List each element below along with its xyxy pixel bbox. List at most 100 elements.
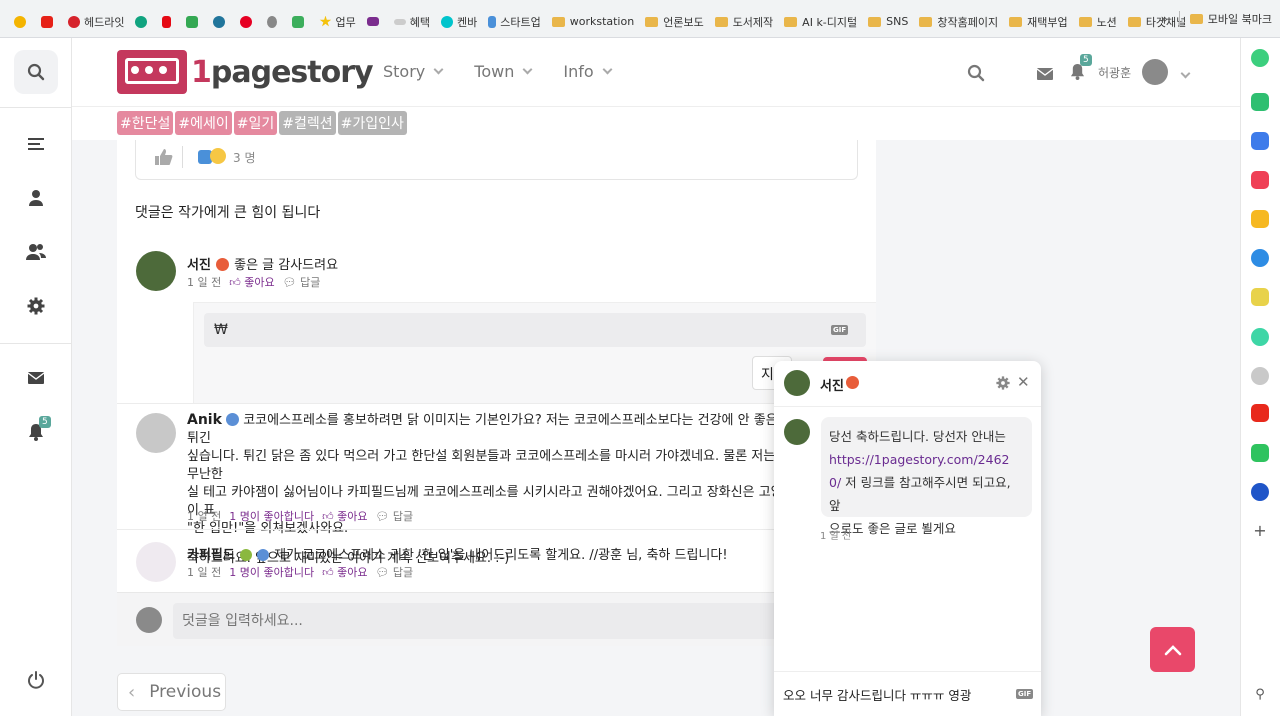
bookmark-sunflower[interactable] <box>14 15 30 28</box>
extension-note-icon[interactable] <box>1251 288 1269 306</box>
comment-divider <box>117 403 876 404</box>
bookmark-benefit[interactable]: 혜택 <box>393 14 430 30</box>
close-icon[interactable]: ✕ <box>1017 373 1030 391</box>
extension-now-icon[interactable] <box>1251 404 1269 422</box>
mobile-bookmarks-folder[interactable]: 모바일 북마크 <box>1189 11 1272 27</box>
gif-button[interactable]: GIF <box>831 325 849 335</box>
bookmark-hexagon[interactable] <box>292 15 308 28</box>
bookmark-startup[interactable]: 스타트업 <box>488 14 541 30</box>
nav-info[interactable]: Info <box>563 62 613 81</box>
comment-author[interactable]: Anik <box>187 412 222 428</box>
comment-like-button[interactable]: 👍︎ 좋아요 <box>229 274 274 290</box>
user-menu-toggle[interactable] <box>1178 62 1191 81</box>
comment-like-button[interactable]: 👍︎ 좋아요 <box>322 564 367 580</box>
bookmark-folder[interactable]: 노션 <box>1078 14 1117 30</box>
extension-pocket-icon[interactable] <box>1251 171 1269 189</box>
bookmark-wordpress[interactable] <box>213 15 229 28</box>
bookmark-mail[interactable] <box>366 17 383 26</box>
avatar[interactable] <box>136 542 176 582</box>
sidebar-profile-button[interactable] <box>14 176 58 220</box>
level-badge-icon <box>216 258 230 271</box>
bookmark-chatgpt[interactable] <box>135 15 151 28</box>
pinterest-icon <box>240 15 253 28</box>
extension-s-icon[interactable] <box>1251 483 1269 501</box>
sunflower-icon <box>14 15 26 28</box>
chat-input[interactable]: 오오 너무 감사드립니다 ㅠㅠㅠ 영광 GIF <box>774 671 1041 716</box>
tag-short-story[interactable]: #한단설 <box>117 111 174 135</box>
sidebar-friends-button[interactable] <box>14 230 58 274</box>
extension-face-icon[interactable] <box>1251 367 1269 385</box>
nav-story[interactable]: Story <box>383 62 444 81</box>
extension-chat-icon[interactable] <box>1251 93 1269 111</box>
comment-author[interactable]: 카퍼필드 <box>187 548 235 563</box>
site-logo[interactable]: 1pagestory <box>117 50 374 94</box>
sidebar-search-button[interactable] <box>14 50 58 94</box>
scroll-top-button[interactable] <box>1150 627 1195 672</box>
nav-town[interactable]: Town <box>474 62 533 81</box>
header-messages-button[interactable] <box>1036 66 1054 85</box>
bookmark-apple[interactable] <box>267 15 281 28</box>
tag-essay[interactable]: #에세이 <box>175 111 232 135</box>
comment-input[interactable] <box>173 603 793 639</box>
extension-green-circle-icon[interactable] <box>1251 49 1269 67</box>
header-search-button[interactable] <box>967 64 985 86</box>
comment-author[interactable]: 서진 <box>187 258 211 273</box>
pin-icon[interactable]: ⚲ <box>1251 686 1269 704</box>
comment-like-button[interactable]: 👍︎ 좋아요 <box>322 508 367 524</box>
comment-reply-button[interactable]: 💬︎ 답글 <box>375 508 413 524</box>
message-link[interactable]: https://1pagestory.com/2462 <box>829 448 1024 471</box>
bookmark-folder[interactable]: 재택부업 <box>1009 14 1068 30</box>
logo-text: 1pagestory <box>191 54 374 90</box>
main-nav: Story Town Info <box>383 62 613 81</box>
comment-reply-button[interactable]: 💬︎ 답글 <box>375 564 413 580</box>
comment-text: 제가 코코에스프레소 귀한 '한 입'을 내어드리도록 할게요. //광훈 님,… <box>274 548 728 563</box>
header-avatar[interactable] <box>1142 59 1168 85</box>
bookmark-folder[interactable]: 도서제작 <box>714 14 773 30</box>
comment-likes-count[interactable]: 1 명이 좋아합니다 <box>229 564 314 580</box>
bookmark-headlight[interactable]: 헤드라잇 <box>68 14 124 30</box>
message-link[interactable]: 0/ <box>829 475 841 490</box>
bookmark-netflix[interactable] <box>162 15 175 28</box>
tag-diary[interactable]: #일기 <box>233 111 278 135</box>
bookmark-folder[interactable]: AI k-디지털 <box>784 14 857 30</box>
thumbs-up-icon[interactable] <box>154 148 174 166</box>
bookmark-folder[interactable]: 창작홈페이지 <box>919 14 998 30</box>
bookmarks-overflow-button[interactable]: » <box>1161 12 1168 26</box>
comment-time: 1 일 전 <box>187 510 222 523</box>
gif-button[interactable]: GIF <box>1016 689 1034 699</box>
nav-label: Town <box>474 62 515 81</box>
bookmark-youtube[interactable] <box>41 15 57 28</box>
tag-bar: #한단설 #에세이 #일기 #컬렉션 #가입인사 <box>72 107 1240 140</box>
comment-text-line: 코코에스프레소를 홍보하려면 닭 이미지는 기본인가요? 저는 코코에스프레소보… <box>187 413 778 446</box>
bookmark-folder[interactable]: 타겟채널 <box>1127 14 1186 30</box>
bookmark-chart[interactable] <box>186 15 202 28</box>
gear-icon[interactable] <box>996 376 1010 390</box>
header-notifications-button[interactable]: 5 <box>1070 54 1092 84</box>
sidebar-power-button[interactable] <box>14 658 58 702</box>
reply-input[interactable]: ₩ <box>204 313 866 347</box>
extension-calendar-icon[interactable] <box>1251 132 1269 150</box>
sidebar-notifications-button[interactable]: 5 <box>14 410 58 454</box>
bookmark-folder[interactable]: SNS <box>868 15 908 28</box>
tag-greeting[interactable]: #가입인사 <box>337 111 407 135</box>
bookmark-pinterest[interactable] <box>240 15 256 28</box>
extension-c-icon[interactable] <box>1251 249 1269 267</box>
extension-book-icon[interactable] <box>1251 444 1269 462</box>
sidebar-menu-button[interactable] <box>14 122 58 166</box>
bookmark-work[interactable]: 업무 <box>319 14 356 30</box>
sidebar-settings-button[interactable] <box>14 284 58 328</box>
tag-collection[interactable]: #컬렉션 <box>279 111 336 135</box>
avatar[interactable] <box>136 251 176 291</box>
extension-play-icon[interactable] <box>1251 328 1269 346</box>
bookmark-folder[interactable]: workstation <box>551 15 634 28</box>
previous-button[interactable]: ‹ Previous <box>117 673 226 711</box>
sidebar-messages-button[interactable] <box>14 356 58 400</box>
extension-star-icon[interactable] <box>1251 210 1269 228</box>
bookmark-canva[interactable]: 켄바 <box>440 14 477 30</box>
header-username[interactable]: 허광훈 <box>1098 64 1131 81</box>
comment-likes-count[interactable]: 1 명이 좋아합니다 <box>229 508 314 524</box>
add-extension-icon[interactable]: + <box>1251 522 1269 540</box>
comment-reply-button[interactable]: 💬︎ 답글 <box>283 274 321 290</box>
bookmark-folder[interactable]: 언론보도 <box>645 14 704 30</box>
avatar[interactable] <box>136 413 176 453</box>
